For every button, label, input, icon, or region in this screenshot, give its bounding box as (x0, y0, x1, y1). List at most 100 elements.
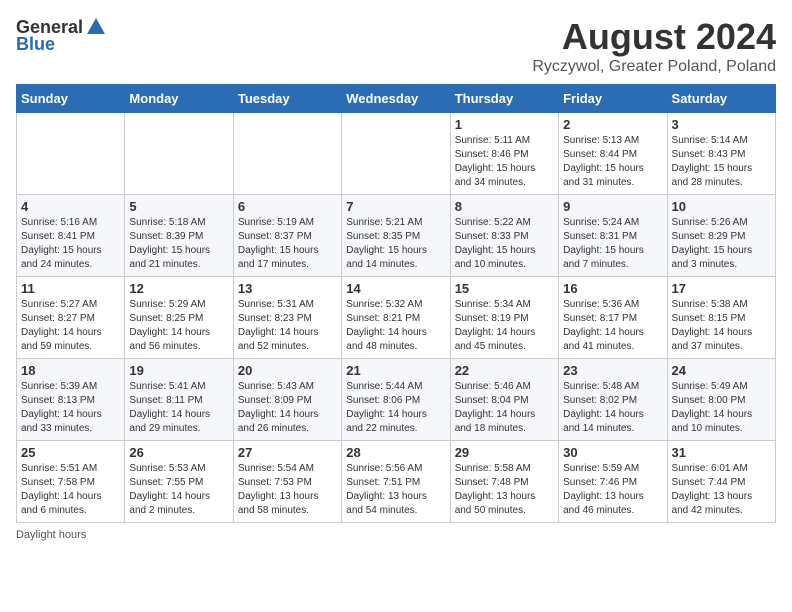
day-cell: 11 Sunrise: 5:27 AM Sunset: 8:27 PM Dayli… (17, 277, 125, 359)
day-info: Sunrise: 5:34 AM Sunset: 8:19 PM Dayligh… (455, 298, 554, 354)
day-info: Sunrise: 5:59 AM Sunset: 7:46 PM Dayligh… (563, 462, 662, 518)
day-info: Sunrise: 5:44 AM Sunset: 8:06 PM Dayligh… (346, 380, 445, 436)
day-number: 3 (672, 117, 771, 132)
main-title: August 2024 (532, 16, 776, 58)
day-info: Sunrise: 5:22 AM Sunset: 8:33 PM Dayligh… (455, 216, 554, 272)
day-cell: 20 Sunrise: 5:43 AM Sunset: 8:09 PM Dayli… (233, 359, 341, 441)
day-cell: 12 Sunrise: 5:29 AM Sunset: 8:25 PM Dayli… (125, 277, 233, 359)
day-info: Sunrise: 5:41 AM Sunset: 8:11 PM Dayligh… (129, 380, 228, 436)
day-cell: 22 Sunrise: 5:46 AM Sunset: 8:04 PM Dayli… (450, 359, 558, 441)
logo-blue: Blue (16, 34, 55, 55)
day-cell: 28Sunrise: 5:56 AM Sunset: 7:51 PM Dayli… (342, 441, 450, 523)
day-number: 23 (563, 363, 662, 378)
day-cell: 5 Sunrise: 5:18 AM Sunset: 8:39 PM Daylig… (125, 195, 233, 277)
col-header-wednesday: Wednesday (342, 85, 450, 113)
day-info: Sunrise: 5:53 AM Sunset: 7:55 PM Dayligh… (129, 462, 228, 518)
week-row-5: 25 Sunrise: 5:51 AM Sunset: 7:58 PM Dayli… (17, 441, 776, 523)
day-cell: 31 Sunrise: 6:01 AM Sunset: 7:44 PM Dayli… (667, 441, 775, 523)
day-info: Sunrise: 5:36 AM Sunset: 8:17 PM Dayligh… (563, 298, 662, 354)
col-header-friday: Friday (559, 85, 667, 113)
day-number: 31 (672, 445, 771, 460)
col-header-monday: Monday (125, 85, 233, 113)
day-cell (342, 113, 450, 195)
day-cell: 23 Sunrise: 5:48 AM Sunset: 8:02 PM Dayli… (559, 359, 667, 441)
day-number: 21 (346, 363, 445, 378)
day-cell: 21 Sunrise: 5:44 AM Sunset: 8:06 PM Dayli… (342, 359, 450, 441)
day-info: Sunrise: 5:29 AM Sunset: 8:25 PM Dayligh… (129, 298, 228, 354)
day-info: Sunrise: 5:11 AM Sunset: 8:46 PM Dayligh… (455, 134, 554, 190)
footer-text: Daylight hours (16, 529, 86, 541)
day-number: 15 (455, 281, 554, 296)
week-row-3: 11 Sunrise: 5:27 AM Sunset: 8:27 PM Dayli… (17, 277, 776, 359)
day-cell: 29 Sunrise: 5:58 AM Sunset: 7:48 PM Dayli… (450, 441, 558, 523)
day-info: Sunrise: 5:27 AM Sunset: 8:27 PM Dayligh… (21, 298, 120, 354)
day-number: 22 (455, 363, 554, 378)
day-cell: 19 Sunrise: 5:41 AM Sunset: 8:11 PM Dayli… (125, 359, 233, 441)
day-info: Sunrise: 5:14 AM Sunset: 8:43 PM Dayligh… (672, 134, 771, 190)
day-cell: 16Sunrise: 5:36 AM Sunset: 8:17 PM Dayli… (559, 277, 667, 359)
calendar-header-row: SundayMondayTuesdayWednesdayThursdayFrid… (17, 85, 776, 113)
day-cell: 13Sunrise: 5:31 AM Sunset: 8:23 PM Dayli… (233, 277, 341, 359)
col-header-tuesday: Tuesday (233, 85, 341, 113)
day-number: 17 (672, 281, 771, 296)
day-number: 11 (21, 281, 120, 296)
day-cell: 27 Sunrise: 5:54 AM Sunset: 7:53 PM Dayli… (233, 441, 341, 523)
day-cell: 9Sunrise: 5:24 AM Sunset: 8:31 PM Daylig… (559, 195, 667, 277)
day-number: 20 (238, 363, 337, 378)
day-number: 10 (672, 199, 771, 214)
day-number: 6 (238, 199, 337, 214)
day-cell: 10Sunrise: 5:26 AM Sunset: 8:29 PM Dayli… (667, 195, 775, 277)
day-number: 27 (238, 445, 337, 460)
day-number: 25 (21, 445, 120, 460)
week-row-1: 1 Sunrise: 5:11 AM Sunset: 8:46 PM Daylig… (17, 113, 776, 195)
day-cell: 30 Sunrise: 5:59 AM Sunset: 7:46 PM Dayli… (559, 441, 667, 523)
day-cell: 17 Sunrise: 5:38 AM Sunset: 8:15 PM Dayli… (667, 277, 775, 359)
day-cell: 25 Sunrise: 5:51 AM Sunset: 7:58 PM Dayli… (17, 441, 125, 523)
col-header-sunday: Sunday (17, 85, 125, 113)
col-header-saturday: Saturday (667, 85, 775, 113)
day-number: 12 (129, 281, 228, 296)
day-number: 28 (346, 445, 445, 460)
day-info: Sunrise: 5:18 AM Sunset: 8:39 PM Dayligh… (129, 216, 228, 272)
day-number: 4 (21, 199, 120, 214)
day-cell: 15 Sunrise: 5:34 AM Sunset: 8:19 PM Dayli… (450, 277, 558, 359)
day-cell: 1 Sunrise: 5:11 AM Sunset: 8:46 PM Daylig… (450, 113, 558, 195)
day-info: Sunrise: 5:32 AM Sunset: 8:21 PM Dayligh… (346, 298, 445, 354)
col-header-thursday: Thursday (450, 85, 558, 113)
day-number: 29 (455, 445, 554, 460)
day-info: Sunrise: 5:31 AM Sunset: 8:23 PM Dayligh… (238, 298, 337, 354)
day-info: Sunrise: 5:54 AM Sunset: 7:53 PM Dayligh… (238, 462, 337, 518)
day-info: Sunrise: 5:21 AM Sunset: 8:35 PM Dayligh… (346, 216, 445, 272)
day-cell (125, 113, 233, 195)
day-info: Sunrise: 5:48 AM Sunset: 8:02 PM Dayligh… (563, 380, 662, 436)
day-cell: 8Sunrise: 5:22 AM Sunset: 8:33 PM Daylig… (450, 195, 558, 277)
day-number: 19 (129, 363, 228, 378)
day-number: 1 (455, 117, 554, 132)
day-cell (233, 113, 341, 195)
day-number: 2 (563, 117, 662, 132)
day-number: 18 (21, 363, 120, 378)
footer-note: Daylight hours (16, 529, 776, 541)
day-number: 14 (346, 281, 445, 296)
day-info: Sunrise: 5:39 AM Sunset: 8:13 PM Dayligh… (21, 380, 120, 436)
day-info: Sunrise: 5:58 AM Sunset: 7:48 PM Dayligh… (455, 462, 554, 518)
day-info: Sunrise: 6:01 AM Sunset: 7:44 PM Dayligh… (672, 462, 771, 518)
logo-icon (85, 16, 107, 38)
day-info: Sunrise: 5:38 AM Sunset: 8:15 PM Dayligh… (672, 298, 771, 354)
day-cell: 7 Sunrise: 5:21 AM Sunset: 8:35 PM Daylig… (342, 195, 450, 277)
week-row-2: 4 Sunrise: 5:16 AM Sunset: 8:41 PM Daylig… (17, 195, 776, 277)
day-cell: 6 Sunrise: 5:19 AM Sunset: 8:37 PM Daylig… (233, 195, 341, 277)
day-cell: 4 Sunrise: 5:16 AM Sunset: 8:41 PM Daylig… (17, 195, 125, 277)
day-cell: 26Sunrise: 5:53 AM Sunset: 7:55 PM Dayli… (125, 441, 233, 523)
day-info: Sunrise: 5:13 AM Sunset: 8:44 PM Dayligh… (563, 134, 662, 190)
logo: General Blue (16, 16, 107, 55)
day-info: Sunrise: 5:43 AM Sunset: 8:09 PM Dayligh… (238, 380, 337, 436)
day-number: 30 (563, 445, 662, 460)
day-number: 5 (129, 199, 228, 214)
day-info: Sunrise: 5:51 AM Sunset: 7:58 PM Dayligh… (21, 462, 120, 518)
day-number: 9 (563, 199, 662, 214)
day-number: 7 (346, 199, 445, 214)
day-info: Sunrise: 5:16 AM Sunset: 8:41 PM Dayligh… (21, 216, 120, 272)
day-info: Sunrise: 5:46 AM Sunset: 8:04 PM Dayligh… (455, 380, 554, 436)
day-info: Sunrise: 5:19 AM Sunset: 8:37 PM Dayligh… (238, 216, 337, 272)
